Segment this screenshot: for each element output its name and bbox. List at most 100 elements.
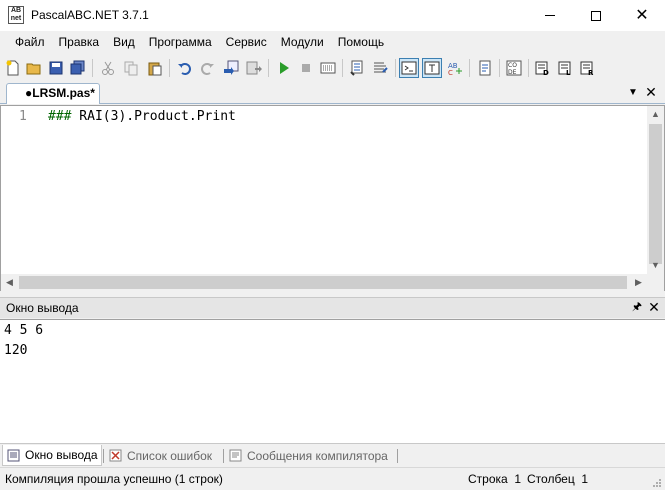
spell-check-button[interactable]: AB C	[445, 58, 465, 78]
output-panel-header: Окно вывода 🖈 ✕	[0, 297, 665, 318]
pin-button[interactable]: 🖈	[631, 300, 643, 314]
horizontal-scroll-thumb[interactable]	[19, 276, 627, 289]
code-line[interactable]: ### RAI(3).Product.Print	[48, 109, 236, 124]
output-window[interactable]: 4 5 6 120	[0, 319, 665, 443]
status-bar: Компиляция прошла успешно (1 строк) Стро…	[0, 467, 665, 490]
svg-text:CO: CO	[508, 62, 517, 69]
bottom-tab-strip: Окно вывода Список ошибок Сообщения комп…	[0, 443, 665, 466]
toolbar-separator	[395, 59, 396, 77]
redo-button[interactable]	[197, 58, 217, 78]
cut-button[interactable]	[98, 58, 118, 78]
tab-error-list[interactable]: Список ошибок	[105, 445, 223, 466]
maximize-button[interactable]	[573, 0, 619, 31]
status-row-label: Строка	[468, 472, 508, 486]
uncomment-button[interactable]	[371, 58, 391, 78]
vertical-scrollbar[interactable]: ▲ ▼	[647, 106, 664, 274]
tab-separator	[223, 449, 224, 463]
svg-text:C: C	[448, 69, 453, 76]
code-editor[interactable]: 1 ### RAI(3).Product.Print ▲ ▼ ◀ ▶	[0, 105, 665, 291]
tab-close-button[interactable]: ✕	[644, 85, 658, 99]
stop-button[interactable]	[296, 58, 316, 78]
save-all-icon	[70, 60, 85, 75]
output-line: 120	[4, 343, 28, 358]
new-file-button[interactable]	[3, 58, 23, 78]
paste-button[interactable]	[145, 58, 165, 78]
close-icon: ✕	[635, 6, 649, 24]
output-line: 4 5 6	[4, 323, 44, 338]
menu-help[interactable]: Помощь	[331, 31, 391, 54]
status-column-label: Столбец	[527, 472, 575, 486]
form-icon	[479, 60, 491, 76]
spell-icon: ABC	[448, 62, 462, 76]
save-all-button[interactable]	[68, 58, 88, 78]
form-button[interactable]	[475, 58, 495, 78]
save-button[interactable]	[46, 58, 66, 78]
scroll-up-icon[interactable]: ▲	[647, 106, 664, 123]
copy-button[interactable]	[121, 58, 141, 78]
horizontal-scrollbar[interactable]: ◀ ▶	[1, 274, 647, 291]
status-row-value: 1	[514, 472, 522, 486]
tab-separator	[397, 449, 398, 463]
tab-compiler-messages-label: Сообщения компилятора	[247, 448, 388, 463]
scroll-left-icon[interactable]: ◀	[1, 274, 18, 291]
scroll-right-icon[interactable]: ▶	[630, 274, 647, 291]
vertical-scroll-thumb[interactable]	[649, 124, 662, 264]
open-button[interactable]	[24, 58, 44, 78]
cut-icon	[102, 61, 114, 75]
export-l-icon: L	[558, 61, 571, 76]
minimize-button[interactable]	[527, 0, 573, 31]
tab-output-window-label: Окно вывода	[25, 448, 98, 462]
menu-edit[interactable]: Правка	[52, 31, 107, 54]
menu-modules[interactable]: Модули	[274, 31, 331, 54]
menu-view[interactable]: Вид	[106, 31, 142, 54]
export-d-button[interactable]: D	[533, 58, 553, 78]
svg-text:DE: DE	[508, 69, 517, 76]
resize-grip-icon[interactable]	[652, 478, 662, 488]
debug-button[interactable]	[318, 58, 338, 78]
scroll-down-icon[interactable]: ▼	[647, 257, 664, 274]
tab-list-button[interactable]: ▼	[627, 86, 639, 100]
tab-lrsm-pas[interactable]: ●LRSM.pas*	[6, 83, 100, 104]
build-button[interactable]	[244, 58, 264, 78]
pin-icon: 🖈	[631, 301, 643, 313]
tab-error-list-label: Список ошибок	[127, 448, 213, 463]
status-row: Строка 1	[468, 472, 521, 486]
toolbar-separator	[528, 59, 529, 77]
status-column-value: 1	[581, 472, 589, 486]
code-text: RAI(3).Product.Print	[71, 109, 236, 124]
window-title: PascalABC.NET 3.7.1	[31, 8, 149, 22]
menu-service[interactable]: Сервис	[219, 31, 274, 54]
toolbar-separator	[342, 59, 343, 77]
status-message: Компиляция прошла успешно (1 строк)	[5, 472, 223, 486]
app-icon: AB net	[8, 6, 24, 24]
run-button[interactable]	[274, 58, 294, 78]
export-l-button[interactable]: L	[556, 58, 576, 78]
undo-button[interactable]	[175, 58, 195, 78]
menu-program[interactable]: Программа	[142, 31, 219, 54]
save-icon	[49, 61, 63, 75]
comment-icon	[350, 60, 363, 76]
svg-text:D: D	[543, 69, 549, 76]
line-gutter: 1	[1, 106, 41, 274]
code-icon: CODE	[506, 60, 522, 76]
menu-bar: Файл Правка Вид Программа Сервис Модули …	[0, 31, 665, 54]
triangle-down-icon: ▼	[628, 87, 638, 98]
tab-output-window[interactable]: Окно вывода	[2, 445, 102, 466]
menu-file[interactable]: Файл	[8, 31, 52, 54]
compile-icon	[224, 60, 239, 75]
close-button[interactable]: ✕	[619, 0, 665, 31]
code-button[interactable]: CO DE	[504, 58, 524, 78]
output-close-button[interactable]: ✕	[647, 299, 661, 315]
text-mode-button[interactable]	[422, 58, 442, 78]
output-window-icon	[7, 449, 20, 461]
compile-button[interactable]	[221, 58, 241, 78]
tab-compiler-messages[interactable]: Сообщения компилятора	[225, 445, 395, 466]
output-panel-button[interactable]	[399, 58, 419, 78]
comment-button[interactable]	[348, 58, 368, 78]
export-r-button[interactable]: R	[578, 58, 598, 78]
minimize-icon	[545, 15, 555, 16]
close-icon: ✕	[648, 299, 660, 315]
compiler-messages-icon	[229, 449, 242, 462]
app-icon-text-top: AB	[10, 7, 22, 14]
toolbar-separator	[499, 59, 500, 77]
